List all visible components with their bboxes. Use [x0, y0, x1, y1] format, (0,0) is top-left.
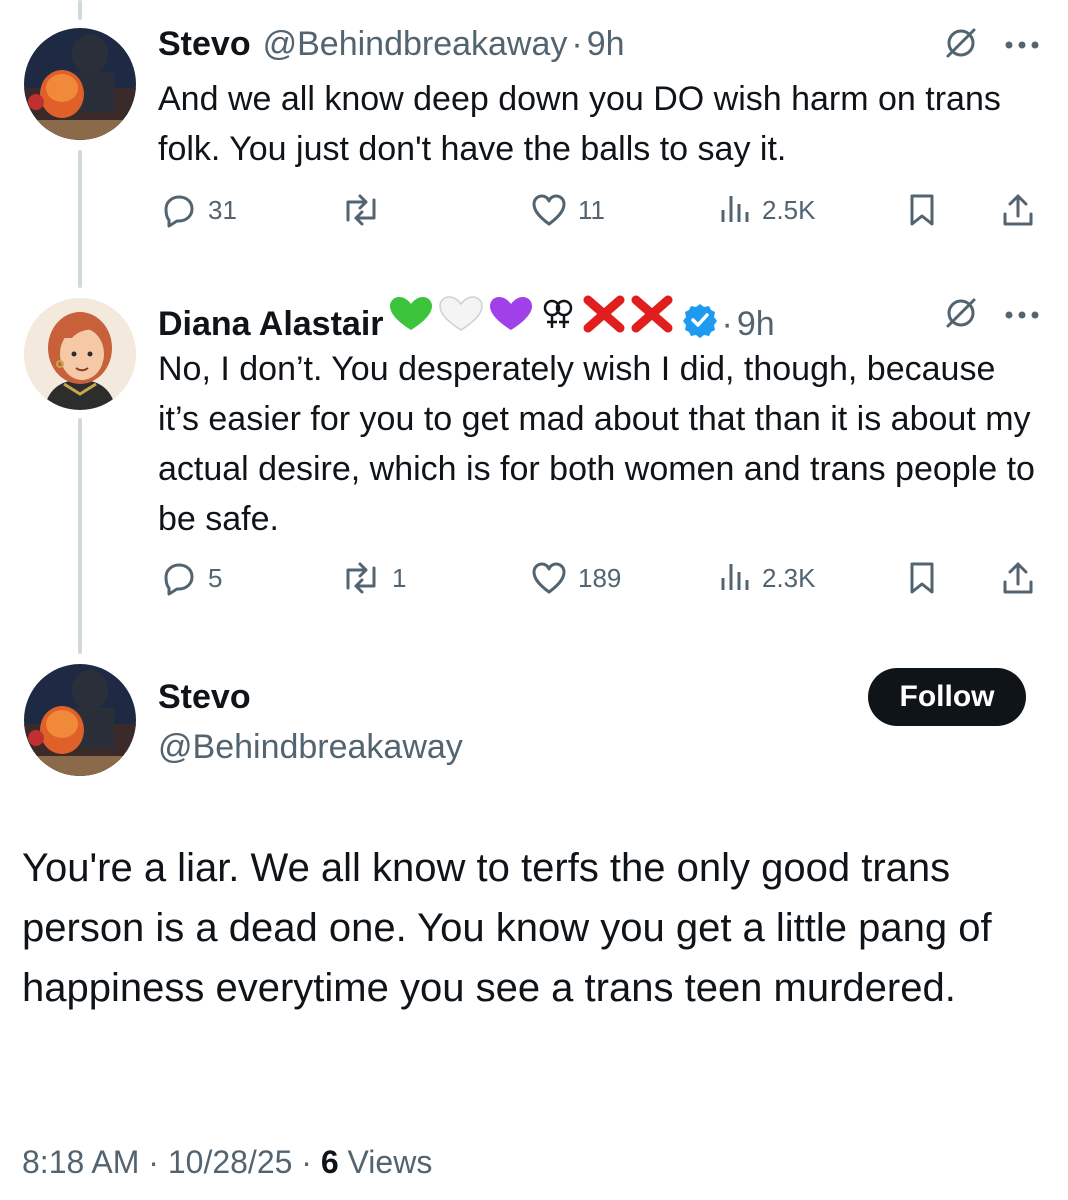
repost-button[interactable]: 1	[340, 560, 406, 596]
user-handle[interactable]: @Behindbreakaway	[158, 726, 463, 768]
more-icon[interactable]	[1004, 37, 1040, 55]
timestamp[interactable]: 9h	[737, 304, 775, 344]
reply-button[interactable]: 5	[160, 560, 222, 596]
tweet-time[interactable]: 8:18 AM	[22, 1144, 139, 1180]
verified-badge-icon[interactable]	[682, 302, 718, 347]
tweet-text: No, I don’t. You desperately wish I did,…	[158, 350, 1035, 538]
bookmark-icon	[910, 194, 934, 226]
views-label: Views	[347, 1144, 433, 1180]
reply-tweet-2[interactable]: Diana Alastair · 9h No, I don’t. You des…	[0, 270, 1068, 630]
reply-header: Stevo @Behindbreakaway · 9h	[158, 24, 625, 64]
tweet-text: And we all know deep down you DO wish ha…	[158, 80, 1001, 168]
bookmark-button[interactable]	[906, 560, 938, 596]
timestamp[interactable]: 9h	[587, 24, 625, 64]
red-x-icon	[583, 295, 624, 333]
purple-heart-icon	[489, 297, 532, 330]
reply-count: 31	[208, 194, 237, 225]
display-name[interactable]: Stevo	[158, 24, 251, 64]
repost-button[interactable]	[340, 192, 392, 228]
like-icon	[532, 194, 566, 226]
reply-icon	[164, 195, 194, 228]
avatar[interactable]	[24, 298, 136, 410]
tweet-date[interactable]: 10/28/25	[168, 1144, 293, 1180]
repost-count: 1	[392, 562, 407, 593]
red-x-icon	[631, 295, 672, 333]
bookmark-icon	[910, 562, 934, 594]
separator: ·	[301, 1144, 312, 1180]
action-bar: 5 1 189 2.3K	[158, 560, 1048, 604]
share-icon	[1003, 194, 1033, 226]
share-icon	[1003, 562, 1033, 594]
like-button[interactable]: 189	[530, 560, 621, 596]
tweet-top-icons	[944, 296, 1040, 335]
like-button[interactable]: 11	[530, 192, 605, 228]
views-icon	[721, 564, 749, 590]
share-button[interactable]	[1000, 560, 1036, 596]
tweet-top-icons	[944, 26, 1040, 65]
reply-button[interactable]: 31	[160, 192, 237, 228]
view-count: 2.5K	[762, 194, 816, 225]
views-count: 6	[320, 1144, 339, 1180]
repost-icon	[346, 562, 376, 594]
action-bar: 31 11 2.5K	[158, 192, 1048, 236]
share-button[interactable]	[1000, 192, 1036, 228]
like-count: 11	[578, 194, 605, 225]
bookmark-button[interactable]	[906, 192, 938, 228]
views-icon	[721, 196, 749, 222]
follow-button[interactable]: Follow	[868, 668, 1026, 726]
tweet-meta: 8:18 AM · 10/28/25 · 6 Views	[22, 1140, 432, 1184]
avatar[interactable]	[24, 28, 136, 140]
grok-icon[interactable]	[944, 296, 978, 335]
user-handle[interactable]: @Behindbreakaway	[263, 24, 568, 64]
white-heart-icon	[438, 296, 483, 331]
green-heart-icon	[389, 297, 432, 330]
reply-count: 5	[208, 562, 223, 593]
repost-icon	[346, 194, 376, 226]
view-count: 2.3K	[762, 562, 816, 593]
like-icon	[532, 562, 566, 594]
lesbian-symbol-icon	[543, 299, 572, 328]
grok-icon[interactable]	[944, 26, 978, 65]
reply-tweet-1[interactable]: Stevo @Behindbreakaway · 9h And we all k…	[0, 0, 1068, 260]
display-name[interactable]: Stevo	[158, 676, 251, 718]
more-icon[interactable]	[1004, 307, 1040, 325]
avatar[interactable]	[24, 664, 136, 776]
separator: ·	[148, 1144, 159, 1180]
views-button[interactable]: 2.3K	[718, 560, 816, 596]
reply-icon	[164, 563, 194, 596]
views-button[interactable]: 2.5K	[718, 192, 816, 228]
like-count: 189	[578, 562, 622, 593]
display-name[interactable]: Diana Alastair	[158, 304, 384, 344]
tweet-text: You're a liar. We all know to terfs the …	[22, 846, 992, 1010]
separator: ·	[721, 305, 733, 343]
separator: ·	[571, 25, 583, 63]
